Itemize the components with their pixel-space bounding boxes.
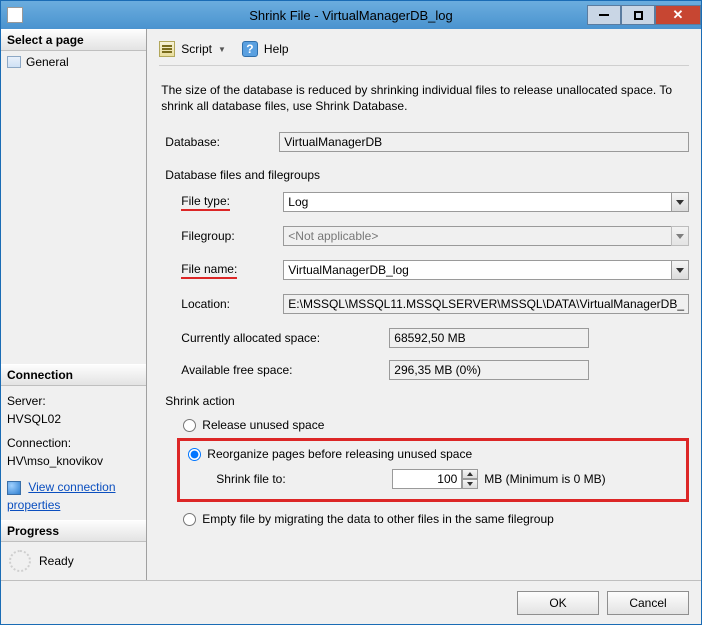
file-type-combo[interactable]: Log [283, 192, 689, 212]
select-page-header: Select a page [1, 29, 146, 51]
title-bar: Shrink File - VirtualManagerDB_log ✕ [1, 1, 701, 29]
help-button[interactable]: Help [264, 42, 289, 56]
radio-release-label: Release unused space [202, 418, 324, 432]
radio-reorganize-label: Reorganize pages before releasing unused… [207, 447, 472, 461]
server-value: HVSQL02 [7, 410, 140, 428]
free-space-value: 296,35 MB (0%) [389, 360, 589, 380]
spinner-up-icon[interactable] [462, 469, 478, 479]
dialog-shrink-file: Shrink File - VirtualManagerDB_log ✕ Sel… [0, 0, 702, 625]
close-button[interactable]: ✕ [655, 5, 701, 25]
shrink-to-unit: MB (Minimum is 0 MB) [484, 472, 605, 486]
connection-info: Server: HVSQL02 Connection: HV\mso_knovi… [1, 386, 146, 520]
view-connection-properties-link[interactable]: View connection properties [7, 480, 116, 512]
highlight-reorganize: Reorganize pages before releasing unused… [177, 438, 689, 502]
script-dropdown-icon[interactable]: ▼ [218, 45, 226, 54]
server-label: Server: [7, 392, 140, 410]
ok-button[interactable]: OK [517, 591, 599, 615]
description-text: The size of the database is reduced by s… [161, 82, 687, 114]
filegroup-value: <Not applicable> [283, 226, 671, 246]
page-label: General [26, 55, 69, 69]
maximize-button[interactable] [621, 5, 655, 25]
script-button[interactable]: Script [181, 42, 212, 56]
free-space-label: Available free space: [159, 363, 389, 377]
file-name-value: VirtualManagerDB_log [283, 260, 671, 280]
main-panel: Script ▼ ? Help The size of the database… [147, 29, 701, 580]
radio-empty-file[interactable] [183, 513, 196, 526]
spinner-down-icon[interactable] [462, 479, 478, 489]
connection-icon [7, 481, 21, 495]
connection-value: HV\mso_knovikov [7, 452, 140, 470]
allocated-space-label: Currently allocated space: [159, 331, 389, 345]
dialog-footer: OK Cancel [1, 580, 701, 624]
sidebar-item-general[interactable]: General [7, 55, 140, 69]
help-icon: ? [242, 41, 258, 57]
filegroup-combo: <Not applicable> [283, 226, 689, 246]
connection-label: Connection: [7, 434, 140, 452]
database-field: VirtualManagerDB [279, 132, 689, 152]
chevron-down-icon[interactable] [671, 260, 689, 280]
progress-text: Ready [39, 554, 74, 568]
shrink-to-label: Shrink file to: [216, 472, 386, 486]
radio-release-unused[interactable] [183, 419, 196, 432]
chevron-down-icon [671, 226, 689, 246]
file-type-label: File type: [159, 194, 283, 211]
toolbar: Script ▼ ? Help [159, 37, 689, 66]
radio-empty-label: Empty file by migrating the data to othe… [202, 512, 554, 526]
file-name-label: File name: [159, 262, 283, 279]
database-label: Database: [159, 135, 279, 149]
progress-header: Progress [1, 520, 146, 542]
file-type-value: Log [283, 192, 671, 212]
minimize-button[interactable] [587, 5, 621, 25]
location-label: Location: [159, 297, 283, 311]
cancel-button[interactable]: Cancel [607, 591, 689, 615]
sidebar: Select a page General Connection Server:… [1, 29, 147, 580]
progress-status: Ready [1, 542, 146, 580]
file-name-combo[interactable]: VirtualManagerDB_log [283, 260, 689, 280]
chevron-down-icon[interactable] [671, 192, 689, 212]
shrink-action-label: Shrink action [159, 394, 689, 408]
radio-reorganize[interactable] [188, 448, 201, 461]
filegroup-label: Filegroup: [159, 229, 283, 243]
shrink-to-spinner[interactable]: 100 [392, 469, 478, 489]
shrink-to-value[interactable]: 100 [392, 469, 462, 489]
files-groups-label: Database files and filegroups [159, 168, 689, 182]
script-icon [159, 41, 175, 57]
allocated-space-value: 68592,50 MB [389, 328, 589, 348]
window-buttons: ✕ [587, 5, 701, 25]
progress-spinner-icon [9, 550, 31, 572]
location-field: E:\MSSQL\MSSQL11.MSSQLSERVER\MSSQL\DATA\… [283, 294, 689, 314]
connection-header: Connection [1, 364, 146, 386]
page-icon [7, 56, 21, 68]
